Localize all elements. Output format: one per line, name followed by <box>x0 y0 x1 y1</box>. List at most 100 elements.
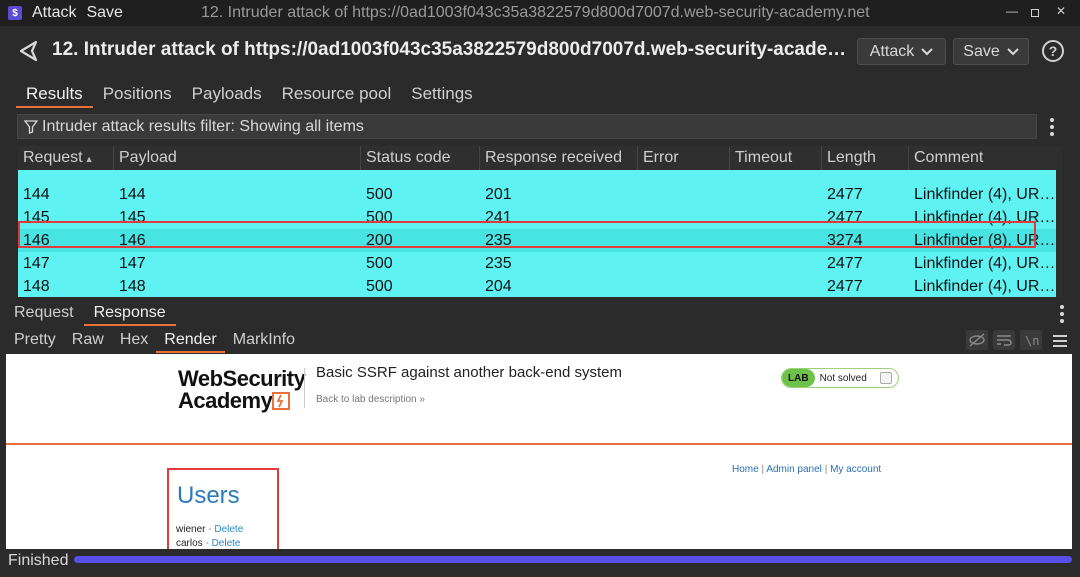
attack-progress-bar <box>74 556 1072 563</box>
back-to-lab-link[interactable]: Back to lab description » <box>316 394 425 405</box>
col-payload[interactable]: Payload <box>114 146 361 170</box>
tab-raw[interactable]: Raw <box>64 329 112 353</box>
col-status-code[interactable]: Status code <box>361 146 480 170</box>
cell-comment: Linkfinder (4), UR… <box>914 255 1056 272</box>
tab-markinfo[interactable]: MarkInfo <box>225 329 303 353</box>
cell-status: 500 <box>366 255 393 272</box>
cell-request: 148 <box>23 278 50 295</box>
chevron-down-icon <box>921 47 933 55</box>
close-icon[interactable]: ✕ <box>1056 4 1066 18</box>
attack-button-label: Attack <box>869 42 915 60</box>
header-divider <box>304 368 305 408</box>
tab-settings[interactable]: Settings <box>401 82 482 108</box>
hide-nonprintable-icon[interactable] <box>966 330 988 350</box>
cell-request: 144 <box>23 186 50 203</box>
progress-fill <box>74 556 1072 563</box>
table-row-partial[interactable] <box>18 170 1056 183</box>
nav-admin-link[interactable]: Admin panel <box>766 464 822 475</box>
col-length[interactable]: Length <box>822 146 909 170</box>
status-text: Finished <box>8 552 69 569</box>
lab-status-badge: LAB Not solved <box>781 368 899 388</box>
site-nav: Home | Admin panel | My account <box>732 464 881 475</box>
table-row[interactable]: 148 148 500 204 2477 Linkfinder (4), UR… <box>18 275 1056 297</box>
lab-pill: LAB <box>782 369 815 387</box>
nav-account-link[interactable]: My account <box>830 464 881 475</box>
cell-error <box>638 183 730 206</box>
minimize-icon[interactable]: — <box>1006 4 1018 18</box>
lab-title: Basic SSRF against another back-end syst… <box>316 364 622 381</box>
filter-text: Intruder attack results filter: Showing … <box>42 117 364 135</box>
nav-separator: | <box>761 464 765 475</box>
filter-options-icon[interactable] <box>1050 118 1054 139</box>
col-response-received[interactable]: Response received <box>480 146 638 170</box>
save-dropdown-button[interactable]: Save <box>953 38 1029 65</box>
tab-results[interactable]: Results <box>16 82 93 108</box>
header-divider-line <box>6 443 1072 445</box>
tab-positions[interactable]: Positions <box>93 82 182 108</box>
cell-comment: Linkfinder (4), UR… <box>914 186 1056 203</box>
flask-icon <box>880 372 892 384</box>
title-bar: $ Attack Save 12. Intruder attack of htt… <box>0 0 1080 26</box>
tab-request[interactable]: Request <box>4 302 84 326</box>
message-tabs: Request Response <box>0 302 176 326</box>
cell-status: 500 <box>366 186 393 203</box>
hamburger-menu-icon[interactable] <box>1053 335 1067 347</box>
col-error[interactable]: Error <box>638 146 730 170</box>
nav-home-link[interactable]: Home <box>732 464 759 475</box>
table-row[interactable]: 147 147 500 235 2477 Linkfinder (4), UR… <box>18 252 1056 275</box>
tab-pretty[interactable]: Pretty <box>6 329 64 353</box>
response-view-tabs: Pretty Raw Hex Render MarkInfo <box>0 329 303 353</box>
chevron-down-icon <box>1007 47 1019 55</box>
show-newlines-icon[interactable]: \n <box>1020 330 1042 350</box>
col-comment[interactable]: Comment <box>909 146 1056 170</box>
cell-timeout <box>730 183 822 206</box>
attack-header: 12. Intruder attack of https://0ad1003f0… <box>0 26 1080 78</box>
back-arrow-icon[interactable] <box>16 38 42 64</box>
tab-payloads[interactable]: Payloads <box>182 82 272 108</box>
cell-payload: 144 <box>119 186 146 203</box>
svg-text:\n: \n <box>1025 334 1039 348</box>
cell-error <box>638 252 730 275</box>
selected-row-highlight <box>18 221 1036 248</box>
table-scrollbar[interactable] <box>1056 146 1062 297</box>
lab-status-text: Not solved <box>819 372 867 384</box>
cell-received: 201 <box>485 186 512 203</box>
cell-received: 204 <box>485 278 512 295</box>
cell-comment: Linkfinder (4), UR… <box>914 278 1056 295</box>
cell-length: 2477 <box>827 186 863 203</box>
attack-tabs: Results Positions Payloads Resource pool… <box>0 82 1080 108</box>
cell-error <box>638 275 730 297</box>
cell-payload: 147 <box>119 255 146 272</box>
table-row[interactable]: 144 144 500 201 2477 Linkfinder (4), UR… <box>18 183 1056 206</box>
cell-received: 235 <box>485 255 512 272</box>
wrap-lines-icon[interactable] <box>993 330 1015 350</box>
status-bar: Finished <box>0 549 1080 577</box>
tab-hex[interactable]: Hex <box>112 329 156 353</box>
col-request[interactable]: Request ▲ <box>18 146 114 170</box>
results-filter-bar[interactable]: Intruder attack results filter: Showing … <box>17 114 1037 139</box>
cell-request: 147 <box>23 255 50 272</box>
menu-attack[interactable]: Attack <box>32 4 76 22</box>
tab-resource-pool[interactable]: Resource pool <box>272 82 402 108</box>
cell-timeout <box>730 252 822 275</box>
sort-asc-icon: ▲ <box>84 154 94 164</box>
logo-text-line2: Academy <box>178 388 273 413</box>
cell-length: 2477 <box>827 278 863 295</box>
menu-save[interactable]: Save <box>86 4 122 22</box>
tab-response[interactable]: Response <box>83 302 176 326</box>
cell-payload: 148 <box>119 278 146 295</box>
cell-length: 2477 <box>827 255 863 272</box>
maximize-icon[interactable] <box>1031 9 1039 17</box>
help-icon[interactable]: ? <box>1042 40 1064 62</box>
rendered-response: WebSecurity Academy Basic SSRF against a… <box>6 354 1072 549</box>
tab-render[interactable]: Render <box>156 329 225 353</box>
table-header: Request ▲ Payload Status code Response re… <box>18 146 1056 170</box>
window-title: 12. Intruder attack of https://0ad1003f0… <box>200 4 870 21</box>
save-button-label: Save <box>963 42 1000 60</box>
attack-dropdown-button[interactable]: Attack <box>857 38 946 65</box>
academy-logo-icon <box>272 392 290 410</box>
col-timeout[interactable]: Timeout <box>730 146 822 170</box>
cell-timeout <box>730 275 822 297</box>
attack-title: 12. Intruder attack of https://0ad1003f0… <box>52 39 847 60</box>
message-options-icon[interactable] <box>1060 305 1064 326</box>
